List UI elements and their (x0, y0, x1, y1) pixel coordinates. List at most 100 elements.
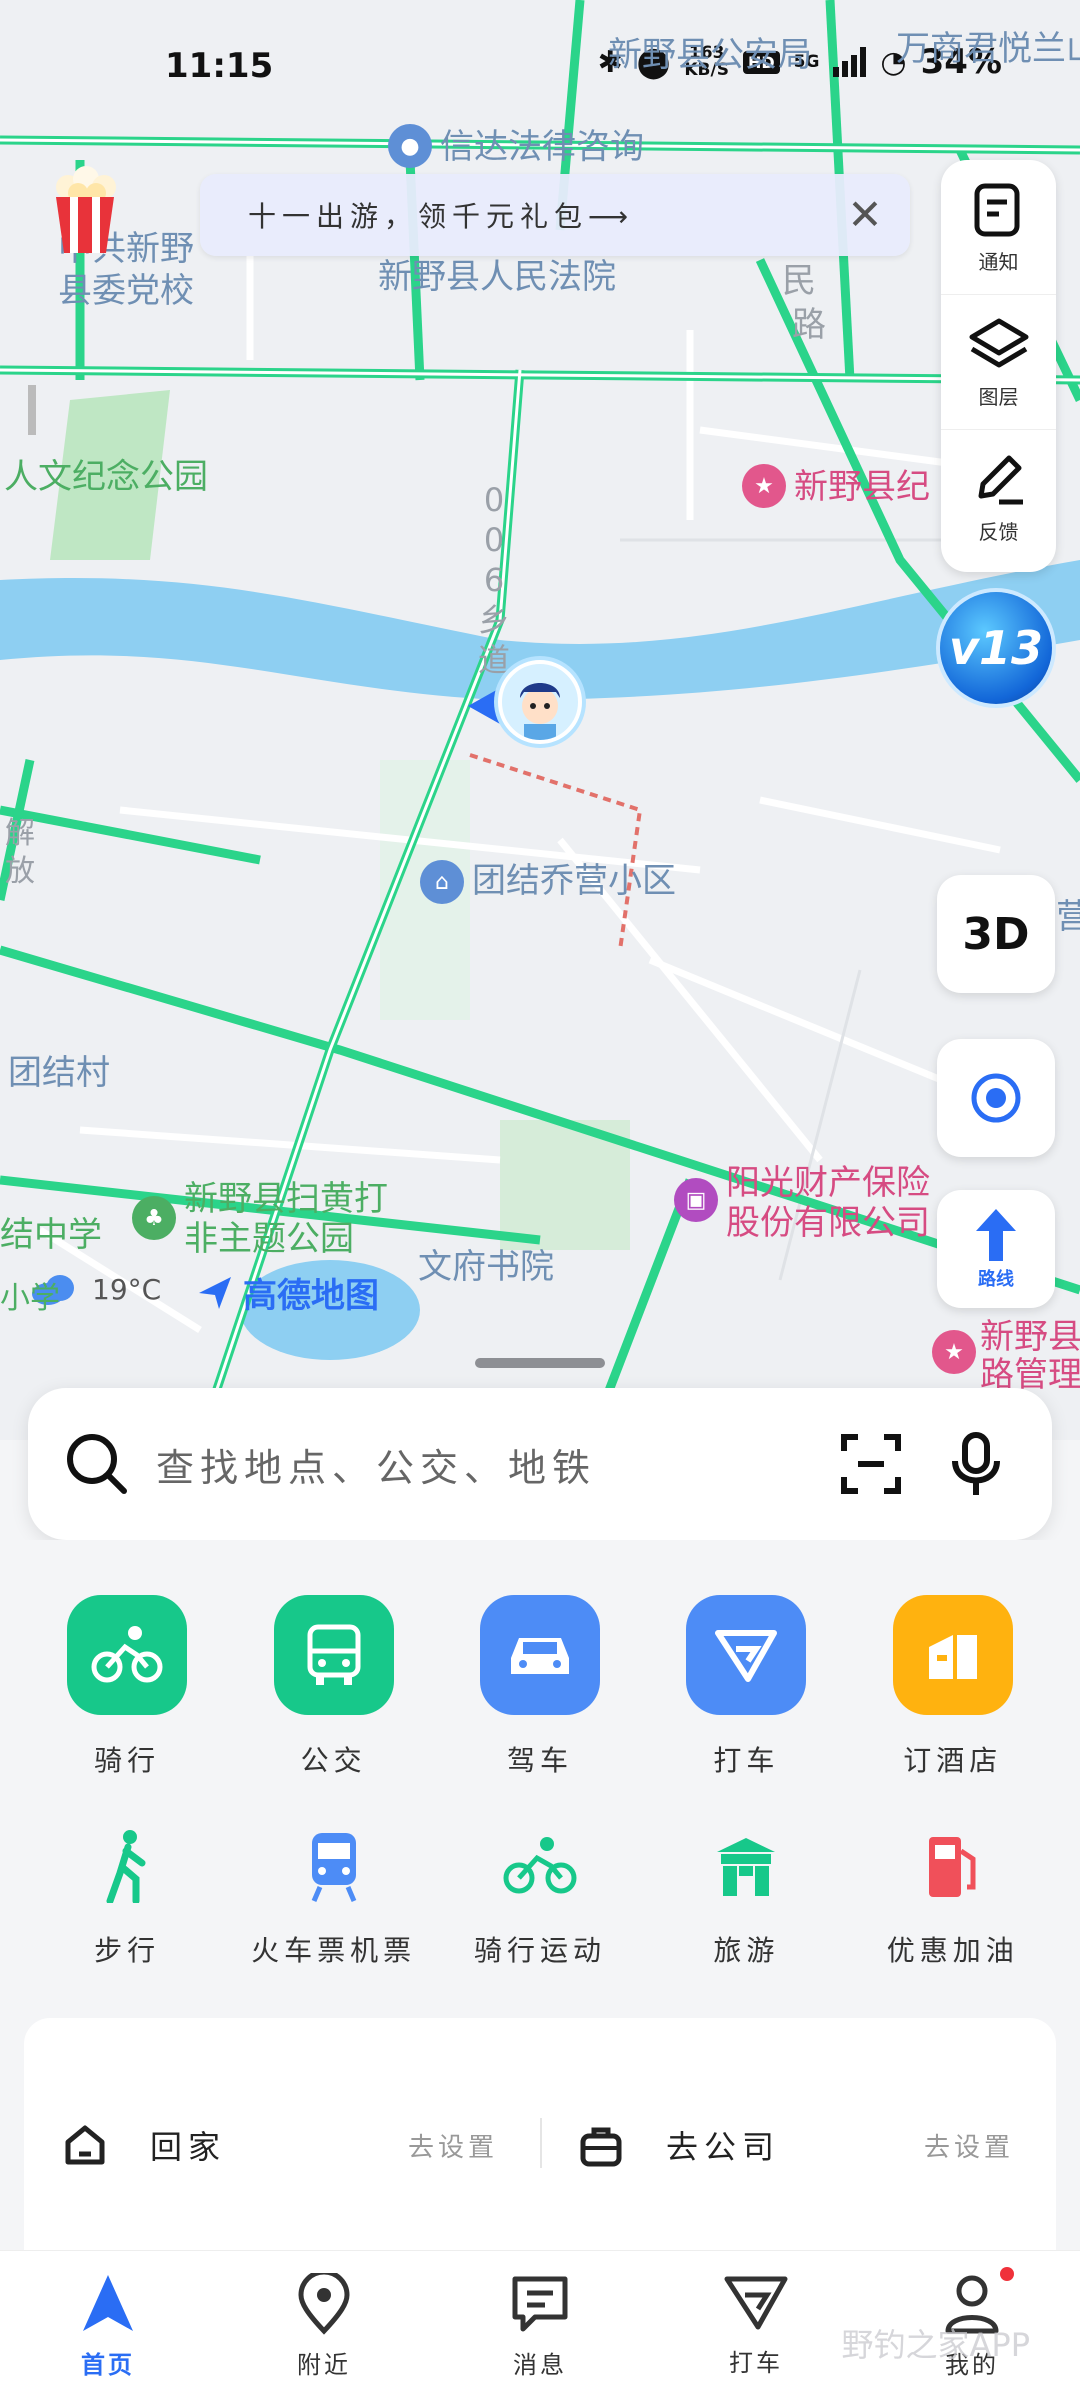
road-jie: 解放 (5, 816, 35, 889)
action-label: 公交 (300, 1744, 367, 1777)
close-icon[interactable]: ✕ (840, 190, 890, 240)
action-cycling[interactable]: 骑行 (27, 1595, 227, 1779)
walk-icon (67, 1821, 187, 1911)
road-006: 006乡道 (477, 481, 510, 679)
park-pin-icon: ♣ (132, 1196, 176, 1240)
version-badge[interactable]: v13 (940, 592, 1052, 704)
poi-right-edge[interactable]: 营 (1056, 897, 1080, 937)
feedback-label: 反馈 (978, 520, 1019, 544)
action-label: 驾车 (506, 1744, 573, 1777)
action-bus[interactable]: 公交 (234, 1595, 434, 1779)
tab-label: 首页 (81, 2351, 135, 2379)
layers-button[interactable]: 图层 (941, 295, 1056, 430)
star-pin-icon: ★ (742, 464, 786, 508)
work-set-link[interactable]: 去设置 (924, 2127, 1014, 2164)
home-set-link[interactable]: 去设置 (408, 2127, 498, 2164)
poi-academy[interactable]: 文府书院 (418, 1247, 554, 1287)
work-label: 去公司 (666, 2128, 781, 2166)
layers-icon (969, 318, 1028, 367)
tab-messages[interactable]: 消息 (450, 2273, 630, 2380)
action-walk[interactable]: 步行 (27, 1821, 227, 1969)
poi-school-left-2[interactable]: 小学 (0, 1281, 60, 1317)
tab-nearby[interactable]: 附近 (234, 2273, 414, 2380)
locate-icon (971, 1073, 1021, 1123)
poi-memorial-park[interactable]: 人文纪念公园 (4, 457, 208, 497)
locate-button[interactable] (937, 1039, 1055, 1157)
notice-button[interactable]: 通知 (941, 160, 1056, 295)
favorites-card: 回家 去设置 去公司 去设置 (24, 2018, 1056, 2268)
car-icon (479, 1595, 600, 1715)
status-time: 11:15 (165, 46, 274, 86)
brand-name: 高德地图 (243, 1276, 379, 1316)
briefcase-icon (580, 2127, 622, 2167)
toggle-3d-button[interactable]: 3D (937, 875, 1055, 993)
notification-dot (1000, 2267, 1014, 2281)
sheet-drag-handle[interactable] (475, 1358, 605, 1368)
signal-icon (833, 47, 867, 77)
action-label: 打车 (713, 1744, 780, 1777)
bottom-sheet: 骑行 公交 驾车 打车 订酒店 步行 火车票机票 骑行运动 旅游 优惠加油 回家… (0, 1540, 1080, 2268)
promo-text: 十一出游，领千元礼包⟶ (248, 200, 635, 233)
action-label: 旅游 (713, 1934, 780, 1967)
search-bar[interactable]: 查找地点、公交、地铁 (28, 1388, 1052, 1540)
action-hotel[interactable]: 订酒店 (853, 1595, 1053, 1779)
microphone-icon[interactable] (950, 1431, 1002, 1497)
poi-village[interactable]: 团结村 (8, 1053, 110, 1093)
poi-party-school-2[interactable]: 县委党校 (58, 271, 194, 311)
gate-icon (686, 1821, 806, 1911)
poi-road-mgmt-1[interactable]: 新野县 (980, 1317, 1080, 1357)
train-icon (274, 1821, 394, 1911)
action-fuel[interactable]: 优惠加油 (853, 1821, 1053, 1969)
action-train[interactable]: 火车票机票 (234, 1821, 434, 1969)
route-button[interactable]: 路线 (937, 1190, 1055, 1308)
road-min-1: 民 (782, 261, 816, 301)
action-taxi[interactable]: 打车 (646, 1595, 846, 1779)
poi-theme-park-1[interactable]: 新野县扫黄打 (184, 1179, 388, 1219)
tab-home[interactable]: 首页 (18, 2273, 198, 2380)
layers-label: 图层 (978, 384, 1019, 409)
heading-arrow-icon (468, 688, 500, 724)
action-label: 步行 (94, 1934, 161, 1967)
avatar[interactable] (498, 660, 582, 744)
bus-icon (273, 1595, 394, 1715)
search-icon (67, 1434, 127, 1494)
promo-banner[interactable]: 十一出游，领千元礼包⟶ ✕ (200, 174, 910, 256)
scan-icon[interactable] (840, 1433, 902, 1495)
road-min-2: 路 (792, 305, 826, 345)
avatar-icon (520, 683, 560, 740)
star-pin-icon-2: ★ (932, 1330, 976, 1374)
map-view[interactable]: 11:15 ✱ ⬤ 163 KB/S HD 5G ◔ 34% 新野县公安局 万商君… (0, 0, 1080, 1440)
action-label: 骑行 (94, 1744, 161, 1777)
poi-insurance-1[interactable]: 阳光财产保险 (726, 1163, 930, 1203)
home-label: 回家 (150, 2128, 227, 2166)
taxi-tab-icon (724, 2276, 788, 2330)
route-arrow-icon (976, 1209, 1016, 1261)
watermark: 野钓之家APP (841, 2326, 1031, 2364)
poi-public-security[interactable]: 新野县公安局 (608, 35, 812, 75)
poi-insurance-2[interactable]: 股份有限公司 (726, 1203, 930, 1243)
insurance-pin-icon: ▣ (674, 1178, 718, 1222)
feedback-button[interactable]: 反馈 (941, 430, 1056, 565)
map-toolbar: 通知 图层 反馈 (941, 160, 1056, 572)
work-shortcut[interactable]: 去公司 去设置 (540, 2122, 1056, 2168)
home-icon (65, 2125, 105, 2165)
notice-icon (974, 183, 1019, 236)
poi-theme-park-2[interactable]: 非主题公园 (184, 1219, 354, 1259)
home-shortcut[interactable]: 回家 去设置 (24, 2122, 540, 2168)
poi-community[interactable]: 团结乔营小区 (472, 861, 676, 901)
search-input[interactable]: 查找地点、公交、地铁 (156, 1437, 840, 1492)
poi-xinye-county[interactable]: 新野县纪 (794, 467, 930, 507)
poi-court[interactable]: 新野县人民法院 (378, 257, 616, 297)
action-sport-cycling[interactable]: 骑行运动 (440, 1821, 640, 1969)
quick-actions: 骑行 公交 驾车 打车 订酒店 步行 火车票机票 骑行运动 旅游 优惠加油 (0, 1595, 1080, 1969)
poi-school-left[interactable]: 结中学 (0, 1215, 102, 1255)
poi-hotel[interactable]: 万商君悦兰山 (896, 29, 1080, 69)
cycling-icon (67, 1595, 188, 1715)
action-drive[interactable]: 驾车 (440, 1595, 640, 1779)
tab-taxi[interactable]: 打车 (666, 2273, 846, 2378)
taxi-icon (686, 1595, 807, 1715)
location-pin-icon (298, 2273, 350, 2335)
popcorn-icon[interactable] (50, 165, 120, 255)
action-travel[interactable]: 旅游 (646, 1821, 846, 1969)
poi-law-consult[interactable]: 信达法律咨询 (440, 127, 644, 167)
